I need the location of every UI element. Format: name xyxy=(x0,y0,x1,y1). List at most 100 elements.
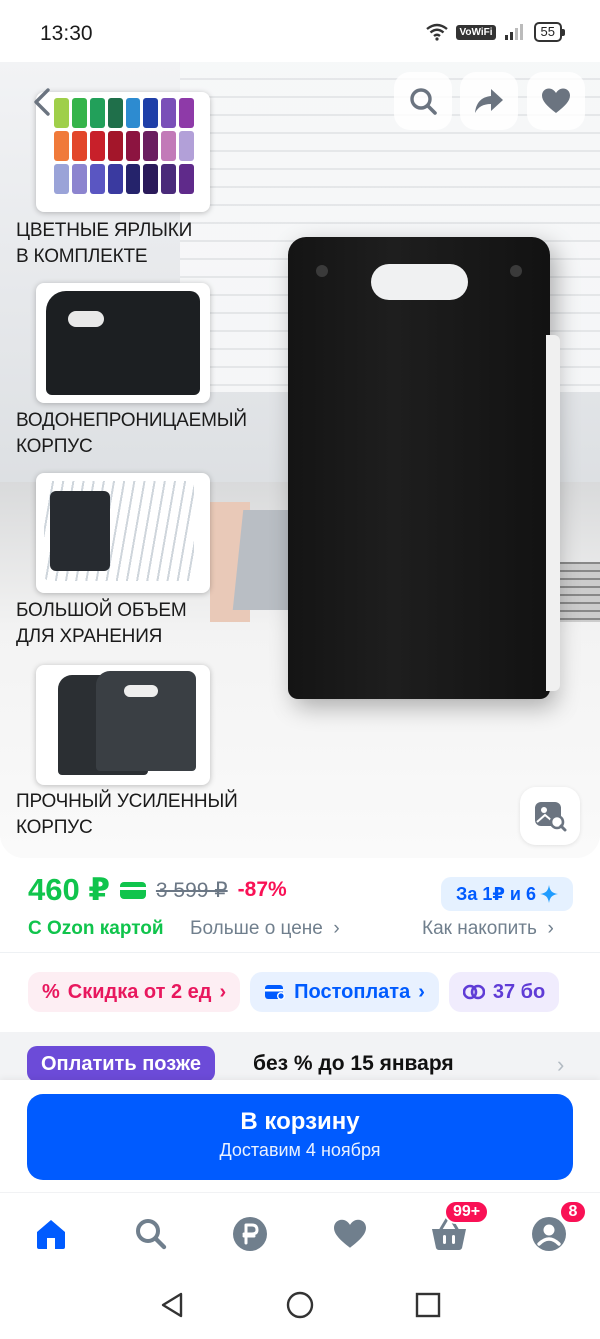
nav-back-button[interactable] xyxy=(157,1290,187,1320)
waterproof-folder xyxy=(46,291,200,395)
feature-image-waterproof xyxy=(36,283,210,403)
feature-caption: БОЛЬШОЙ ОБЪЕМ ДЛЯ ХРАНЕНИЯ xyxy=(16,600,187,647)
chip-label: 37 бо xyxy=(492,980,546,1003)
color-swatch xyxy=(107,98,123,128)
wifi-icon xyxy=(426,23,449,41)
more-about-price-label: Больше о цене xyxy=(190,918,323,939)
square-recents-icon xyxy=(415,1292,441,1318)
ozon-card-label: С Ozon картой xyxy=(28,918,164,939)
color-swatch xyxy=(143,164,159,194)
background-laptop xyxy=(560,562,600,622)
color-swatch xyxy=(125,164,141,194)
folder-rivet xyxy=(316,265,328,277)
tab-fresh[interactable] xyxy=(230,1214,270,1254)
bottom-tab-bar xyxy=(0,1192,600,1272)
nav-recents-button[interactable] xyxy=(413,1290,443,1320)
circle-home-icon xyxy=(286,1291,314,1319)
percent-icon: % xyxy=(42,980,60,1003)
label-swatches xyxy=(54,98,194,194)
chevron-right-icon: › xyxy=(219,980,227,1003)
color-swatch xyxy=(107,131,123,161)
feature-caption: ПРОЧНЫЙ УСИЛЕННЫЙ КОРПУС xyxy=(16,791,238,838)
chip-label: Скидка от 2 ед xyxy=(67,980,212,1003)
tab-favorites[interactable] xyxy=(330,1214,370,1254)
wallet-icon xyxy=(265,985,286,1000)
color-swatch xyxy=(125,131,141,161)
color-swatch xyxy=(161,164,177,194)
heart-icon xyxy=(334,1219,366,1248)
tab-catalog[interactable] xyxy=(131,1214,171,1254)
status-time: 13:30 xyxy=(40,22,93,45)
chip-bonus[interactable]: 37 бо xyxy=(448,972,560,1012)
current-price: 460 ₽ xyxy=(28,872,110,907)
vowifi-indicator: VoWiFi xyxy=(456,24,496,40)
coins-icon xyxy=(462,984,485,1000)
share-button[interactable] xyxy=(460,72,518,130)
promo-chips: % Скидка от 2 ед › Постоплата › 37 бо xyxy=(28,972,560,1012)
profile-notification-badge: 8 xyxy=(559,1200,587,1224)
color-swatch xyxy=(71,131,87,161)
ozon-card-icon xyxy=(119,881,146,899)
product-image-gallery[interactable]: ЦВЕТНЫЕ ЯРЛЫКИ В КОМПЛЕКТЕ ВОДОНЕПРОНИЦА… xyxy=(0,62,600,858)
pay-later-text: без % до 15 января xyxy=(253,1052,454,1075)
folder-pages xyxy=(546,335,560,691)
add-to-cart-button[interactable]: В корзину Доставим 4 ноября xyxy=(27,1094,573,1180)
add-to-cart-label: В корзину xyxy=(240,1108,360,1135)
chevron-right-icon: › xyxy=(557,1052,565,1077)
color-swatch xyxy=(143,131,159,161)
search-icon xyxy=(136,1219,167,1250)
color-swatch xyxy=(89,164,105,194)
share-icon xyxy=(475,89,503,113)
color-swatch xyxy=(71,98,87,128)
how-to-earn-link[interactable]: Как накопить › xyxy=(422,918,554,940)
search-button[interactable] xyxy=(394,72,452,130)
feature-caption: ЦВЕТНЫЕ ЯРЛЫКИ В КОМПЛЕКТЕ xyxy=(16,220,193,267)
visual-search-button[interactable] xyxy=(520,787,580,845)
status-bar: 13:30 VoWiFi 55 xyxy=(0,0,600,62)
durable-folder xyxy=(96,671,196,771)
profile-icon xyxy=(532,1217,566,1251)
bonus-text: За 1₽ и 6 xyxy=(456,883,536,904)
chip-quantity-discount[interactable]: % Скидка от 2 ед › xyxy=(28,972,241,1012)
signal-icon xyxy=(504,24,523,40)
chevron-left-icon xyxy=(34,88,50,116)
pay-later-pill[interactable]: Оплатить позже xyxy=(27,1046,215,1082)
chevron-right-icon: › xyxy=(328,918,340,939)
status-icons: VoWiFi 55 xyxy=(426,22,566,42)
chevron-right-icon: › xyxy=(418,980,425,1003)
color-swatch xyxy=(161,98,177,128)
color-swatch xyxy=(89,98,105,128)
nav-home-button[interactable] xyxy=(285,1290,315,1320)
color-swatch xyxy=(54,164,69,194)
product-folder xyxy=(288,237,560,699)
folder-handle xyxy=(371,264,468,300)
chip-postpay[interactable]: Постоплата › xyxy=(250,972,439,1012)
color-swatch xyxy=(161,131,177,161)
tab-home[interactable] xyxy=(31,1214,71,1254)
color-swatch xyxy=(125,98,141,128)
cart-count-badge: 99+ xyxy=(444,1200,490,1224)
color-swatch xyxy=(89,131,105,161)
color-swatch xyxy=(54,131,69,161)
delivery-date: Доставим 4 ноября xyxy=(219,1140,381,1160)
price-row: 460 ₽ 3 599 ₽ -87% xyxy=(28,872,287,908)
color-swatch xyxy=(71,164,87,194)
chip-label: Постоплата xyxy=(294,980,411,1003)
bonus-points-pill[interactable]: За 1₽ и 6 xyxy=(441,877,573,911)
back-button[interactable] xyxy=(20,80,64,124)
triangle-back-icon xyxy=(161,1292,183,1318)
favorite-button[interactable] xyxy=(527,72,585,130)
color-swatch xyxy=(179,131,194,161)
more-about-price-link[interactable]: Больше о цене › xyxy=(190,918,340,940)
folder-rivet xyxy=(510,265,522,277)
feature-image-durable xyxy=(36,665,210,785)
storage-fan xyxy=(44,481,194,581)
feature-image-storage xyxy=(36,473,210,593)
chevron-right-icon: › xyxy=(542,918,554,939)
old-price: 3 599 ₽ xyxy=(155,878,228,902)
feature-caption: ВОДОНЕПРОНИЦАЕМЫЙ КОРПУС xyxy=(16,410,247,457)
heart-icon xyxy=(542,88,570,113)
how-to-earn-label: Как накопить xyxy=(422,918,537,939)
image-search-icon xyxy=(535,802,567,832)
discount-badge: -87% xyxy=(237,878,287,901)
